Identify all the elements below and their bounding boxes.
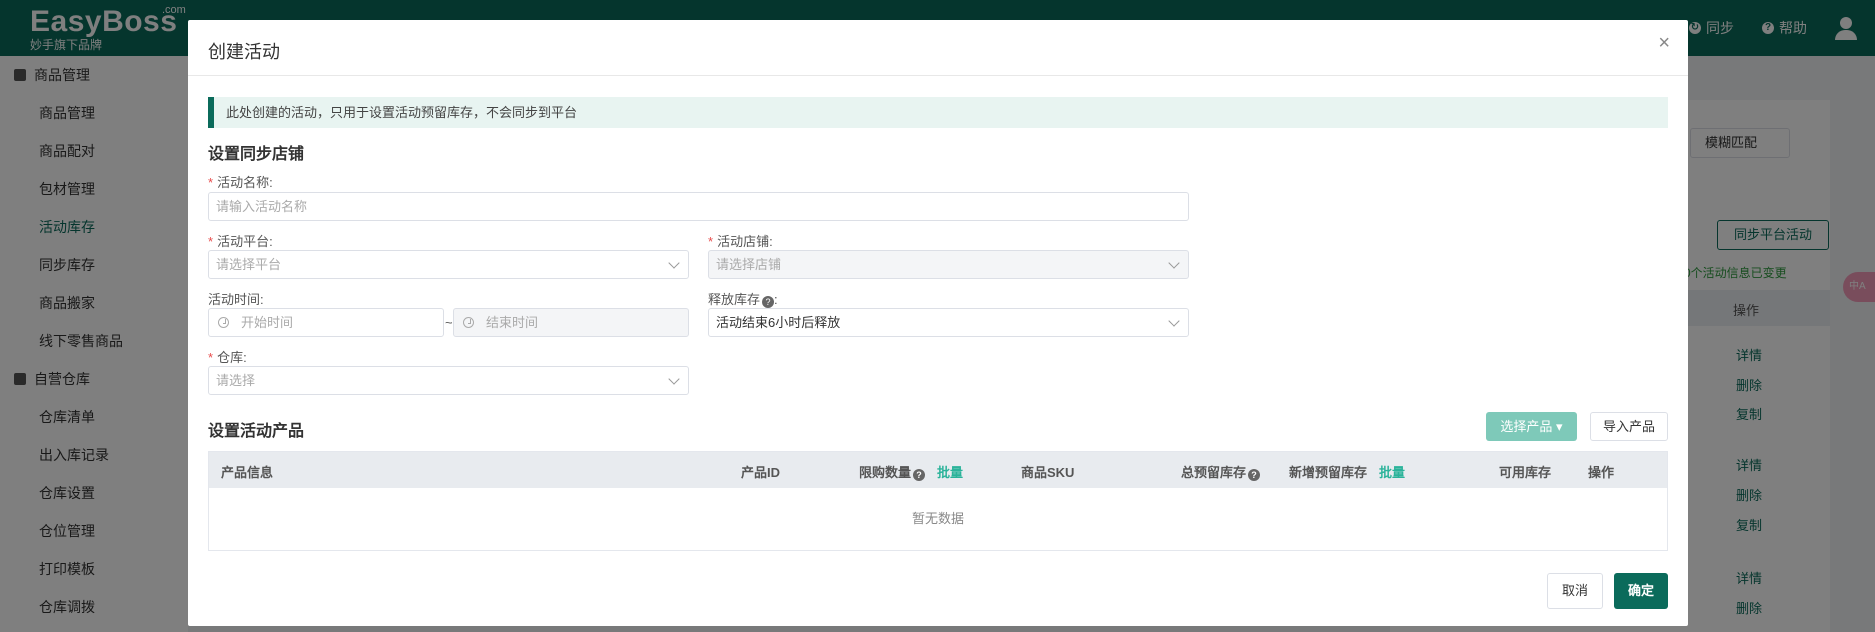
warehouse-label-text: 仓库:	[217, 350, 247, 365]
required-mark: *	[208, 350, 214, 365]
required-mark: *	[208, 175, 214, 190]
table-empty-text: 暂无数据	[911, 511, 964, 526]
section-title-store: 设置同步店铺	[208, 146, 305, 163]
activity-shop-label-text: 活动店铺:	[717, 234, 773, 249]
close-icon[interactable]: ×	[1658, 32, 1670, 55]
required-mark: *	[708, 234, 714, 249]
th-available-stock: 可用库存	[1499, 465, 1552, 480]
clock-icon	[218, 317, 229, 328]
info-notice: 此处创建的活动，只用于设置活动预留库存，不会同步到平台	[208, 97, 1668, 128]
release-stock-value: 活动结束6小时后释放	[716, 315, 841, 330]
dialog-header: 创建活动 ×	[188, 20, 1688, 76]
th-new-reserved: 新增预留库存 批量	[1289, 462, 1405, 481]
cancel-button[interactable]: 取消	[1547, 573, 1603, 609]
chevron-down-icon	[1168, 257, 1180, 269]
select-product-button[interactable]: 选择产品 ▾	[1486, 412, 1577, 441]
start-time-input[interactable]: 开始时间	[208, 308, 444, 337]
release-stock-label-text: 释放库存	[708, 292, 761, 307]
th-limit-qty: 限购数量? 批量	[859, 462, 963, 481]
th-new-reserved-label: 新增预留库存	[1289, 465, 1368, 480]
activity-name-input[interactable]: 请输入活动名称	[208, 192, 1189, 221]
chevron-down-icon	[668, 257, 680, 269]
th-product-id: 产品ID	[741, 465, 781, 480]
activity-platform-label: * 活动平台:	[208, 231, 273, 250]
th-sku: 商品SKU	[1021, 465, 1075, 480]
create-activity-dialog: 创建活动 × 此处创建的活动，只用于设置活动预留库存，不会同步到平台 设置同步店…	[188, 20, 1688, 626]
dialog-title: 创建活动	[208, 42, 280, 62]
release-stock-select[interactable]: 活动结束6小时后释放	[708, 308, 1189, 337]
activity-name-label: * 活动名称:	[208, 172, 273, 191]
confirm-button[interactable]: 确定	[1614, 573, 1668, 609]
platform-placeholder: 请选择平台	[216, 257, 282, 272]
time-range-separator: ~	[445, 315, 453, 330]
clock-icon	[463, 317, 474, 328]
activity-platform-select[interactable]: 请选择平台	[208, 250, 689, 279]
warehouse-select[interactable]: 请选择	[208, 366, 689, 395]
required-mark: *	[208, 234, 214, 249]
warehouse-placeholder: 请选择	[216, 373, 256, 388]
th-operation: 操作	[1588, 465, 1615, 480]
th-product-info: 产品信息	[221, 465, 274, 480]
chevron-down-icon	[668, 373, 680, 385]
chevron-down-icon	[1168, 315, 1180, 327]
products-table-header: 产品信息 产品ID 限购数量? 批量 商品SKU 总预留库存? 新增预留库存 批量 …	[209, 452, 1667, 488]
question-icon[interactable]: ?	[913, 469, 926, 481]
products-table: 产品信息 产品ID 限购数量? 批量 商品SKU 总预留库存? 新增预留库存 批量 …	[208, 451, 1668, 551]
section-title-products: 设置活动产品	[208, 423, 305, 440]
activity-shop-select[interactable]: 请选择店铺	[708, 250, 1189, 279]
question-icon[interactable]: ?	[1248, 469, 1261, 481]
batch-reserve-link[interactable]: 批量	[1379, 465, 1405, 480]
th-total-reserved: 总预留库存?	[1181, 462, 1261, 481]
warehouse-label: * 仓库:	[208, 347, 247, 366]
activity-shop-label: * 活动店铺:	[708, 231, 773, 250]
select-product-label: 选择产品	[1500, 419, 1553, 434]
chevron-down-icon: ▾	[1552, 419, 1563, 434]
shop-placeholder: 请选择店铺	[716, 257, 782, 272]
start-time-placeholder: 开始时间	[241, 315, 294, 330]
question-icon[interactable]: ?	[762, 296, 775, 308]
th-total-reserved-label: 总预留库存	[1181, 465, 1247, 480]
th-limit-qty-label: 限购数量	[859, 465, 912, 480]
activity-name-label-text: 活动名称:	[217, 175, 273, 190]
activity-platform-label-text: 活动平台:	[217, 234, 273, 249]
import-product-button[interactable]: 导入产品	[1590, 412, 1668, 441]
end-time-placeholder: 结束时间	[486, 315, 539, 330]
release-stock-label: 释放库存?:	[708, 292, 778, 308]
end-time-input[interactable]: 结束时间	[453, 308, 689, 337]
batch-limit-link[interactable]: 批量	[937, 465, 963, 480]
activity-time-label: 活动时间:	[208, 292, 264, 307]
